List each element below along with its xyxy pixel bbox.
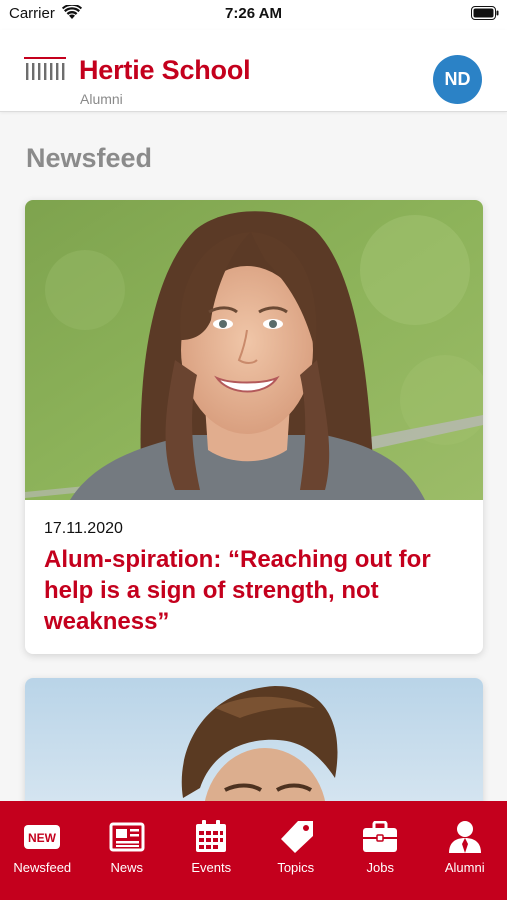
tab-label: Newsfeed — [13, 860, 72, 875]
person-icon — [445, 819, 485, 855]
tab-label: Topics — [277, 860, 315, 875]
status-time: 7:26 AM — [225, 5, 282, 22]
briefcase-icon — [360, 819, 400, 855]
user-avatar[interactable]: ND — [433, 55, 482, 104]
tab-topics[interactable]: Topics — [254, 801, 339, 900]
tab-label: News — [110, 860, 143, 875]
tab-label: Jobs — [366, 860, 394, 875]
app-header: Hertie School Alumni ND — [0, 30, 507, 112]
status-bar: Carrier 7:26 AM — [0, 0, 507, 30]
new-badge-text: NEW — [28, 831, 57, 845]
tab-label: Alumni — [444, 860, 485, 875]
tab-news[interactable]: News — [85, 801, 170, 900]
tab-events[interactable]: Events — [169, 801, 254, 900]
tab-jobs[interactable]: Jobs — [338, 801, 423, 900]
tab-alumni[interactable]: Alumni — [423, 801, 507, 900]
app-subtitle: Alumni — [80, 91, 123, 107]
app-title: Hertie School — [79, 55, 251, 85]
news-date: 17.11.2020 — [44, 520, 123, 537]
newspaper-icon — [107, 819, 147, 855]
battery-icon — [471, 6, 499, 20]
bottom-tab-bar: NEW Newsfeed News Events Topics Jobs Alu… — [0, 801, 507, 900]
new-badge-icon: NEW — [22, 819, 62, 855]
tab-newsfeed[interactable]: NEW Newsfeed — [0, 801, 85, 900]
hertie-logo-icon — [24, 57, 66, 80]
tag-icon — [276, 819, 316, 855]
page-title: Newsfeed — [26, 143, 153, 173]
news-card[interactable]: 17.11.2020 Alum-spiration: “Reaching out… — [25, 200, 483, 654]
tab-label: Events — [191, 860, 232, 875]
news-card-image — [25, 200, 483, 500]
news-title[interactable]: Alum-spiration: “Reaching out for help i… — [44, 544, 469, 637]
calendar-icon — [191, 819, 231, 855]
